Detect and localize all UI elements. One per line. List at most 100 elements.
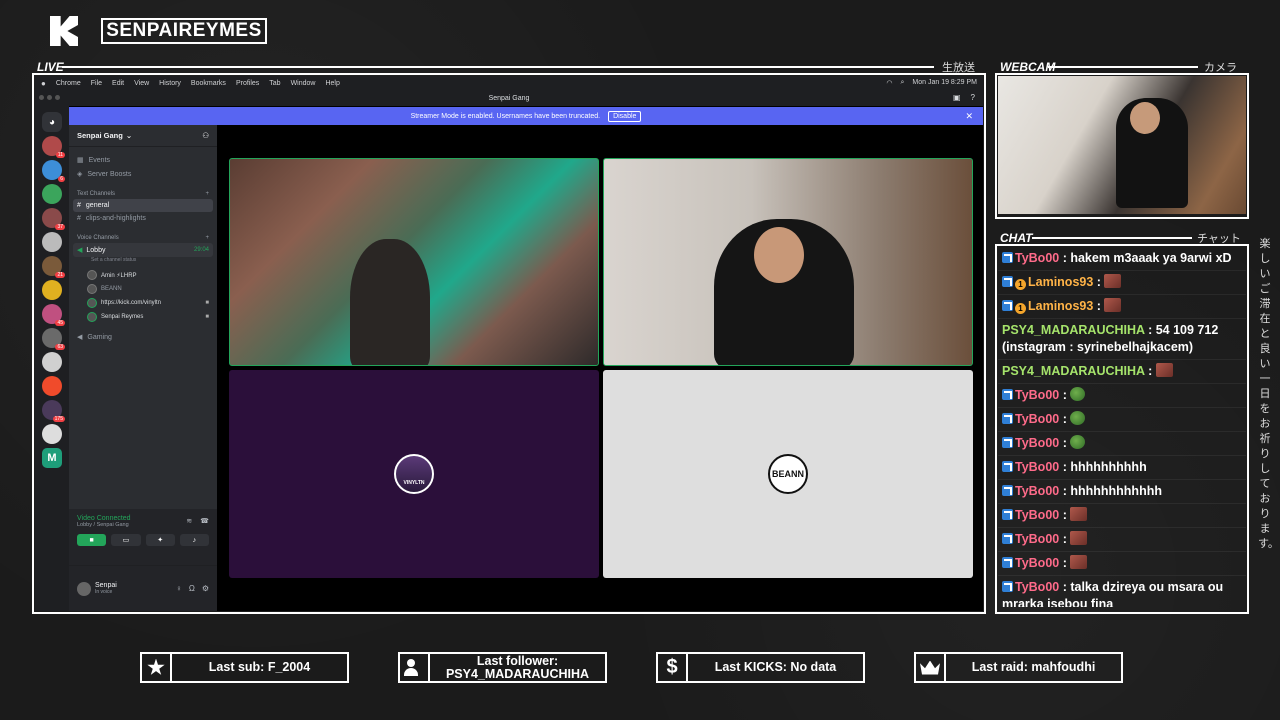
soundboard-button[interactable]: ♪	[179, 534, 209, 546]
streamer-mode-text: Streamer Mode is enabled. Usernames have…	[410, 112, 601, 120]
chat-message: TyBo00 : hhhhhhhhhh	[998, 456, 1246, 480]
add-channel-icon[interactable]: +	[205, 235, 209, 241]
avatar: BEANN	[768, 454, 808, 494]
menu-item-tab[interactable]: Tab	[269, 80, 280, 87]
channel-clips-and-highlights[interactable]: # clips-and-highlights	[69, 212, 217, 225]
chat-username[interactable]: TyBo00	[1015, 251, 1059, 265]
wifi-icon[interactable]: ◠	[886, 79, 892, 87]
screen-share-button[interactable]: ▭	[111, 534, 141, 546]
menu-item-chrome[interactable]: Chrome	[56, 80, 81, 87]
voice-user[interactable]: Amin ⚡LHRP	[69, 268, 217, 282]
video-tile[interactable]	[229, 158, 599, 366]
server-icon[interactable]: 6	[42, 160, 65, 182]
inbox-icon[interactable]: ▣	[953, 93, 961, 102]
help-icon[interactable]: ?	[971, 93, 975, 102]
chat-username[interactable]: TyBo00	[1015, 460, 1059, 474]
chat-separator: :	[1059, 508, 1071, 522]
avatar[interactable]	[77, 581, 91, 596]
disable-streamer-mode-button[interactable]: Disable	[608, 110, 642, 122]
window-controls[interactable]	[39, 95, 60, 100]
chat-username[interactable]: TyBo00	[1015, 532, 1059, 546]
chat-username[interactable]: TyBo00	[1015, 484, 1059, 498]
add-channel-icon[interactable]: +	[205, 191, 209, 197]
headphones-icon[interactable]: Ω	[189, 584, 195, 593]
chat-username[interactable]: TyBo00	[1015, 580, 1059, 594]
kick-badge-icon	[1002, 437, 1013, 448]
kick-badge-icon	[1002, 533, 1013, 544]
menu-item-view[interactable]: View	[134, 80, 149, 87]
server-icon[interactable]: 63	[42, 328, 65, 350]
voice-user[interactable]: BEANN	[69, 282, 217, 296]
server-icon[interactable]: 11	[42, 136, 65, 158]
voice-user[interactable]: Senpai Reymes ■	[69, 310, 217, 324]
video-tile[interactable]	[603, 158, 973, 366]
chevron-down-icon: ⌄	[125, 131, 133, 140]
menu-item-bookmarks[interactable]: Bookmarks	[191, 80, 226, 87]
apple-icon: ●	[41, 78, 46, 88]
last-raid-box: Last raid: mahfoudhi	[914, 652, 1123, 683]
server-icon[interactable]	[42, 376, 62, 396]
search-icon[interactable]: ⌕	[900, 79, 904, 87]
chat-username[interactable]: TyBo00	[1015, 556, 1059, 570]
hash-icon: #	[77, 202, 81, 209]
server-icon[interactable]: 175	[42, 400, 65, 422]
speaker-icon: ◀	[77, 334, 83, 341]
discord-title-bar: Senpai Gang ▣ ?	[35, 90, 983, 106]
server-boosts-item[interactable]: ◈ Server Boosts	[69, 167, 217, 181]
boost-icon: ◈	[77, 171, 83, 178]
chat-username[interactable]: Laminos93	[1028, 275, 1093, 289]
chat-message: TyBo00 : talka dzireya ou msara ou mrark…	[998, 576, 1246, 607]
server-icon[interactable]	[42, 352, 62, 372]
close-icon[interactable]: ✕	[965, 111, 973, 122]
server-name: Senpai Gang	[77, 131, 123, 140]
channel-status[interactable]: Set a channel status	[69, 257, 217, 263]
guild-header[interactable]: Senpai Gang ⌄ ⚇	[69, 125, 217, 147]
camera-button[interactable]: ■	[77, 534, 107, 546]
kick-badge-icon	[1002, 300, 1013, 311]
events-item[interactable]: ▦ Events	[69, 153, 217, 167]
emote-icon	[1104, 274, 1122, 288]
voice-channel-gaming[interactable]: ◀ Gaming	[69, 330, 217, 344]
activities-button[interactable]: ✦	[145, 534, 175, 546]
video-tile[interactable]: VINYLTN	[229, 370, 599, 578]
server-icon[interactable]	[42, 232, 62, 252]
server-icon-m[interactable]: M	[42, 448, 62, 468]
camera-icon: ■	[205, 314, 209, 320]
menu-item-edit[interactable]: Edit	[112, 80, 124, 87]
video-tile[interactable]: BEANN	[603, 370, 973, 578]
server-icon[interactable]: 37	[42, 208, 65, 230]
discord-home-icon[interactable]: ◕	[42, 112, 62, 132]
voice-channels-category[interactable]: Voice Channels +	[69, 225, 217, 243]
chat-text: hhhhhhhhhhhh	[1070, 484, 1162, 498]
gear-icon[interactable]: ⚙	[202, 584, 209, 593]
chat-username[interactable]: TyBo00	[1015, 412, 1059, 426]
chat-username[interactable]: Laminos93	[1028, 299, 1093, 313]
invite-icon[interactable]: ⚇	[202, 131, 209, 140]
menu-item-profiles[interactable]: Profiles	[236, 80, 259, 87]
menu-item-window[interactable]: Window	[291, 80, 316, 87]
menu-item-history[interactable]: History	[159, 80, 181, 87]
chat-message: TyBo00 :	[998, 432, 1246, 456]
chat-username[interactable]: PSY4_MADARAUCHIHA	[1002, 323, 1145, 337]
chat-username[interactable]: PSY4_MADARAUCHIHA	[1002, 364, 1145, 378]
kick-badge-icon	[1002, 581, 1013, 592]
voice-channel-lobby[interactable]: ◀ Lobby 29:04	[73, 243, 213, 257]
chat-list[interactable]: TyBo00 : hakem m3aaak ya 9arwi xD 1 Lamino…	[998, 247, 1246, 607]
menu-item-help[interactable]: Help	[325, 80, 339, 87]
server-icon[interactable]	[42, 280, 62, 300]
server-icon[interactable]	[42, 184, 62, 204]
live-label: LIVE	[37, 60, 64, 74]
microphone-icon[interactable]: ♀	[176, 584, 182, 593]
chat-username[interactable]: TyBo00	[1015, 388, 1059, 402]
text-channels-category[interactable]: Text Channels +	[69, 181, 217, 199]
channel-general[interactable]: # general	[73, 199, 213, 212]
menu-item-file[interactable]: File	[91, 80, 102, 87]
disconnect-icon[interactable]: ☎	[200, 517, 209, 525]
server-icon[interactable]: 45	[42, 304, 65, 326]
server-icon[interactable]: 21	[42, 256, 65, 278]
server-icon[interactable]	[42, 424, 62, 444]
voice-user[interactable]: https://kick.com/vinyltn ■	[69, 296, 217, 310]
chat-username[interactable]: TyBo00	[1015, 508, 1059, 522]
noise-suppression-icon[interactable]: ≋	[186, 517, 192, 525]
chat-username[interactable]: TyBo00	[1015, 436, 1059, 450]
